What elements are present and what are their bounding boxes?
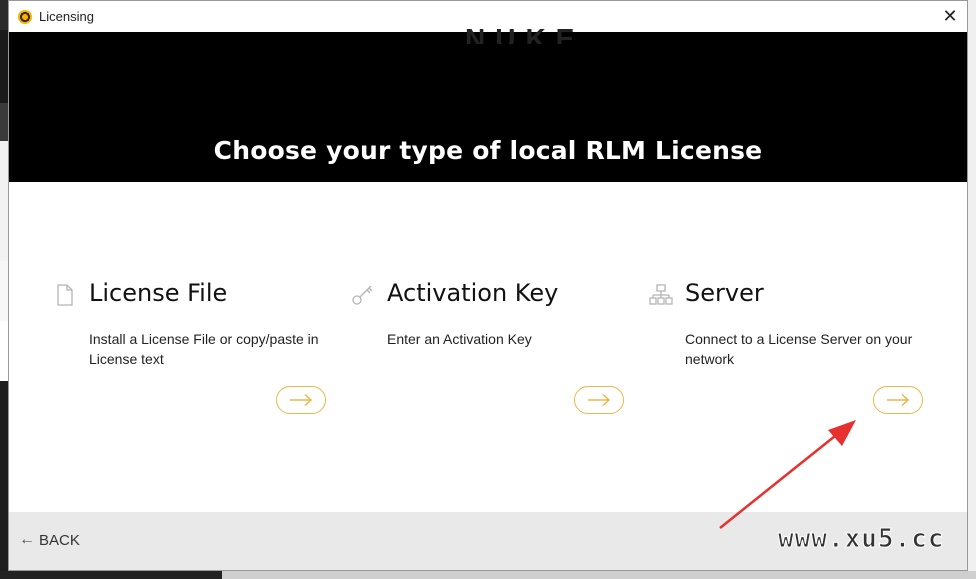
background-desktop	[968, 0, 976, 579]
network-icon	[649, 284, 673, 305]
arrow-right-icon	[887, 393, 910, 407]
arrow-right-icon	[290, 393, 313, 407]
option-description: Install a License File or copy/paste in …	[89, 331, 319, 367]
option-title: Activation Key	[387, 279, 559, 307]
watermark-text: www.xu5.cc	[778, 524, 945, 555]
app-logo-icon	[18, 9, 32, 24]
key-icon	[352, 285, 373, 305]
page-title: Choose your type of local RLM License	[213, 136, 763, 165]
option-title: License File	[89, 279, 228, 307]
document-icon	[57, 284, 73, 306]
option-license-file: License File Install a License File or c…	[53, 279, 333, 419]
back-button[interactable]: ← BACK	[19, 531, 80, 549]
arrow-left-icon: ←	[19, 531, 35, 548]
option-description: Connect to a License Server on your netw…	[685, 331, 913, 367]
option-server: Server Connect to a License Server on yo…	[649, 279, 929, 419]
licensing-dialog: Licensing ✕ NUKE Choose your type of loc…	[8, 0, 968, 571]
arrow-right-icon	[588, 393, 611, 407]
option-title: Server	[685, 279, 764, 307]
option-activation-key: Activation Key Enter an Activation Key	[351, 279, 631, 419]
footer-bar: ← BACK www.xu5.cc	[9, 512, 967, 570]
background-desktop	[0, 571, 222, 579]
option-description: Enter an Activation Key	[387, 331, 532, 347]
back-label: BACK	[39, 531, 80, 549]
banner-logo-text: NUKE	[465, 26, 585, 44]
server-next-button[interactable]	[873, 386, 923, 414]
window-title: Licensing	[39, 9, 94, 24]
header-banner: NUKE Choose your type of local RLM Licen…	[9, 26, 967, 182]
license-file-next-button[interactable]	[276, 386, 326, 414]
close-button[interactable]: ✕	[939, 5, 961, 27]
activation-key-next-button[interactable]	[574, 386, 624, 414]
close-icon: ✕	[942, 5, 958, 26]
